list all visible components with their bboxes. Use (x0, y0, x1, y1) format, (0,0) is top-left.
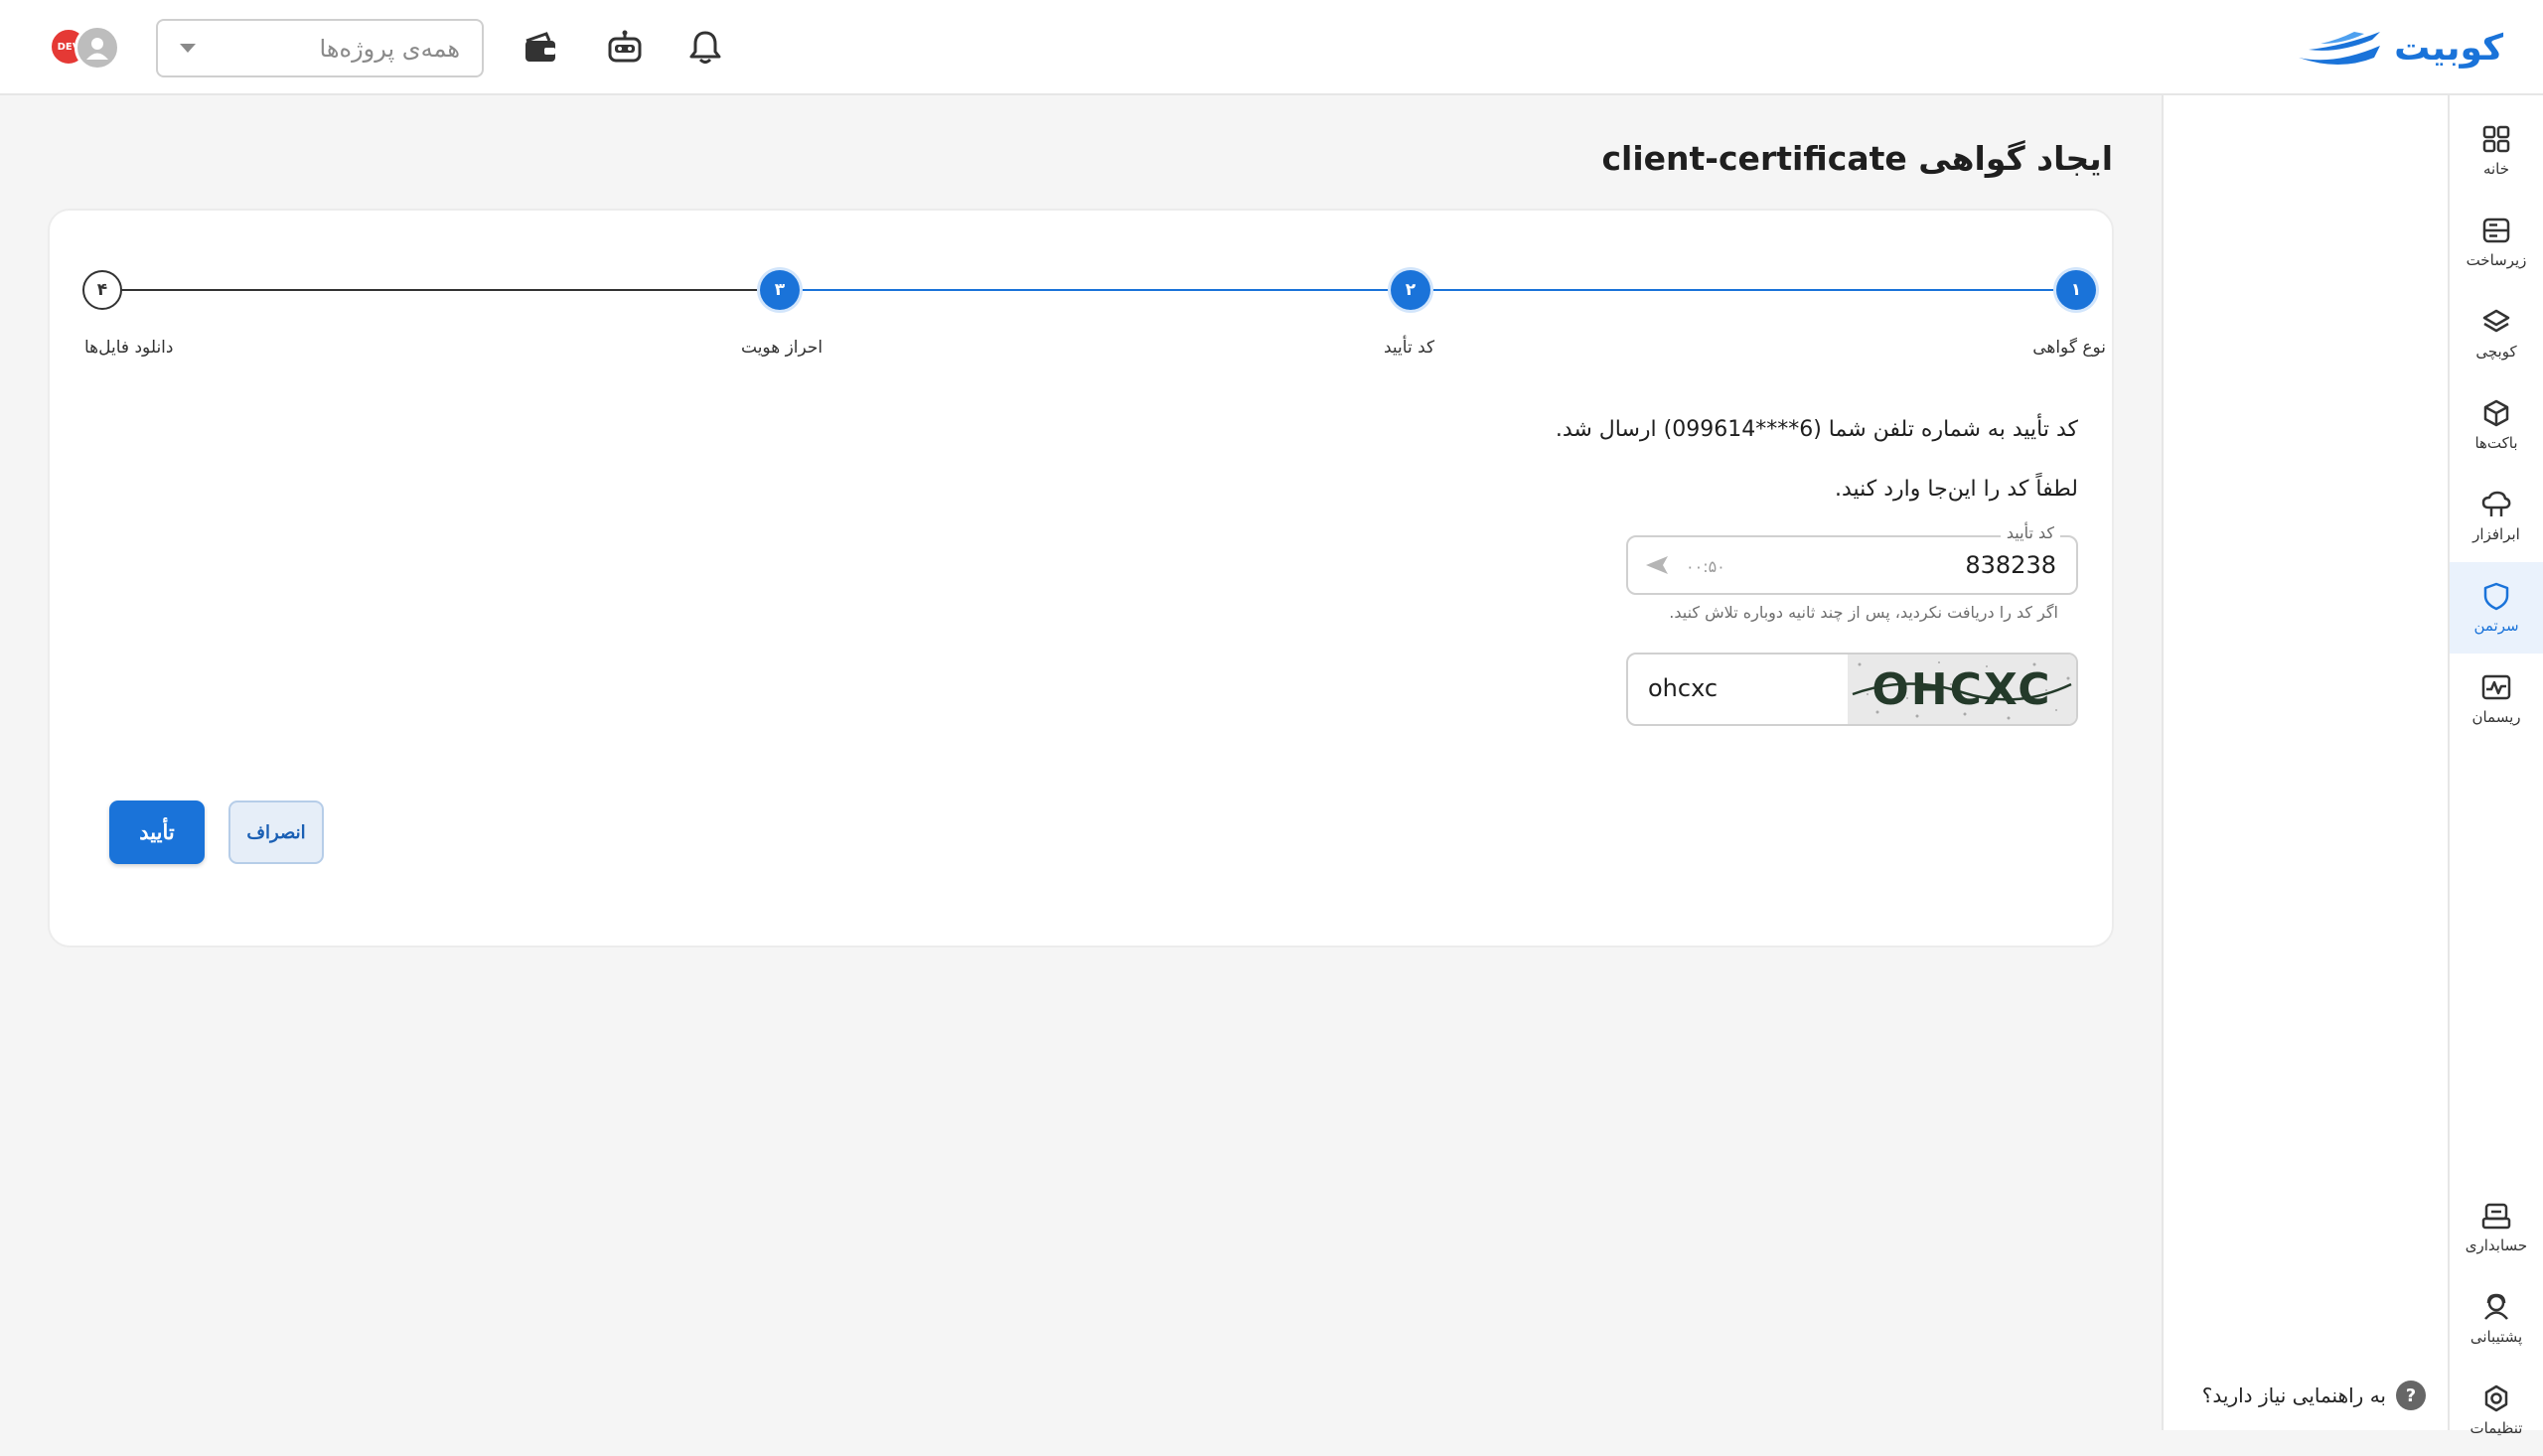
project-select[interactable]: همه‌ی پروژه‌ها (156, 19, 484, 77)
certificate-wizard-card: ۱ ۲ ۳ ۴ نوع گواهی کد تأیید احراز هویت دا… (48, 209, 2114, 947)
layers-icon (2482, 309, 2510, 333)
sidebar-item-sertaman[interactable]: سرتمن (2450, 562, 2543, 654)
cancel-button[interactable]: انصراف (228, 801, 324, 864)
sidebar-item-support[interactable]: پشتیبانی (2450, 1273, 2543, 1365)
sidebar-item-kubchi[interactable]: کوبچی (2450, 288, 2543, 379)
cloud-app-icon (2481, 491, 2511, 516)
verification-code-value: 838238 (1965, 551, 2056, 579)
sidebar-item-label: پشتیبانی (2469, 1328, 2523, 1346)
captcha-image: OHCXC (1848, 655, 2076, 724)
verification-code-label: کد تأیید (2000, 523, 2060, 542)
step-2-label: کد تأیید (1384, 338, 1435, 358)
sidebar-item-label: زیرساخت (2466, 251, 2527, 269)
sidebar-item-buckets[interactable]: باکت‌ها (2450, 379, 2543, 471)
sidebar-item-label: ریسمان (2471, 708, 2521, 726)
project-select-placeholder: همه‌ی پروژه‌ها (319, 34, 460, 63)
sidebar-item-home[interactable]: خانه (2450, 105, 2543, 197)
server-icon (2482, 218, 2510, 243)
sidebar-item-rismaan[interactable]: ریسمان (2450, 654, 2543, 745)
secondary-panel: ? به راهنمایی نیاز دارید؟ (2162, 95, 2448, 1430)
confirm-button[interactable]: تأیید (109, 801, 205, 864)
help-link[interactable]: ? به راهنمایی نیاز دارید؟ (2202, 1381, 2426, 1410)
step-2-circle: ۲ (1391, 270, 1430, 310)
bell-icon[interactable] (683, 26, 727, 70)
send-icon[interactable] (1644, 553, 1670, 577)
sidebar-item-label: حسابداری (2465, 1237, 2528, 1254)
help-text: به راهنمایی نیاز دارید؟ (2201, 1383, 2386, 1407)
accounting-icon (2481, 1203, 2511, 1230)
robot-icon[interactable] (603, 26, 647, 70)
captcha-field[interactable]: OHCXC ohcxc (1626, 653, 2078, 726)
step-4-label: دانلود فایل‌ها (84, 338, 174, 358)
step-1-label: نوع گواهی (2032, 338, 2106, 358)
sidebar-item-label: سرتمن (2473, 617, 2519, 635)
page-title: ایجاد گواهی client-certificate (1601, 139, 2113, 178)
sidebar-item-label: کوبچی (2475, 343, 2517, 361)
grid-icon (2482, 125, 2510, 153)
step-3-label: احراز هویت (741, 338, 823, 358)
sidebar-item-infrastructure[interactable]: زیرساخت (2450, 197, 2543, 288)
help-icon: ? (2396, 1381, 2426, 1410)
support-icon (2484, 1293, 2508, 1320)
user-avatar-icon (75, 25, 120, 71)
step-3-circle: ۳ (760, 270, 800, 310)
verification-code-field[interactable]: کد تأیید 838238 ۰۰:۵۰ (1626, 523, 2078, 595)
sidebar-item-label: تنظیمات (2469, 1419, 2523, 1437)
sidebar-item-label: ابرافزار (2472, 525, 2520, 543)
box-icon (2483, 399, 2509, 427)
stepper: ۱ ۲ ۳ ۴ نوع گواهی کد تأیید احراز هویت دا… (50, 211, 2116, 369)
captcha-text: OHCXC (1871, 664, 2051, 715)
sidebar-item-accounting[interactable]: حسابداری (2450, 1182, 2543, 1273)
wallet-icon[interactable] (519, 26, 562, 70)
step-connector (780, 289, 1411, 291)
step-1-circle: ۱ (2056, 270, 2096, 310)
sidebar-item-cloud-app[interactable]: ابرافزار (2450, 471, 2543, 562)
chevron-down-icon (180, 44, 196, 53)
sidebar-item-label: باکت‌ها (2474, 434, 2518, 452)
chart-icon (2481, 674, 2511, 700)
shield-icon (2483, 582, 2509, 611)
step-connector (1411, 289, 2056, 291)
avatar[interactable]: DEV (47, 25, 120, 71)
step-connector (102, 289, 780, 291)
sidebar-item-label: خانه (2482, 160, 2510, 178)
verification-message: کد تأیید به شماره تلفن شما (6****099614)… (1555, 417, 2078, 442)
sidebar-item-settings[interactable]: تنظیمات (2450, 1365, 2543, 1456)
brand-name: کوبیت (2394, 27, 2503, 69)
step-4-circle: ۴ (82, 270, 122, 310)
boat-logo-icon (2299, 32, 2381, 65)
sidebar: خانه زیرساخت کوبچی باکت‌ها ابرافزار (2448, 95, 2543, 1437)
brand-logo[interactable]: کوبیت (2295, 26, 2503, 70)
captcha-input[interactable]: ohcxc (1648, 674, 1718, 702)
resend-timer: ۰۰:۵۰ (1686, 557, 1725, 576)
top-bar: کوبیت همه‌ی پروژه‌ها DE (0, 0, 2543, 95)
verification-instruction: لطفاً کد را این‌جا وارد کنید. (1834, 477, 2078, 502)
settings-icon (2484, 1384, 2508, 1412)
resend-hint: اگر کد را دریافت نکردید، پس از چند ثانیه… (1669, 603, 2058, 622)
